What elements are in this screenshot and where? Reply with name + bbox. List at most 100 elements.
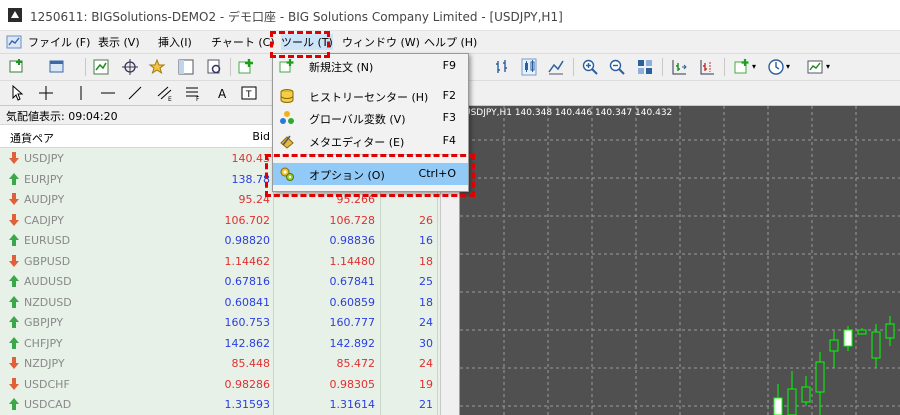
spread-cell: 18 — [419, 254, 433, 268]
menu-item-new-order[interactable]: 新規注文 (N) F9 — [273, 55, 468, 77]
profiles-icon[interactable] — [48, 58, 66, 76]
symbol-cell: USDCAD — [24, 398, 72, 411]
spread-cell: 19 — [419, 377, 433, 391]
vertical-line-icon[interactable] — [72, 84, 90, 102]
trendline-icon[interactable] — [126, 84, 144, 102]
symbol-cell: AUDJPY — [24, 193, 65, 206]
column-symbol[interactable]: 通貨ペア — [10, 130, 54, 146]
crosshair-tool-icon[interactable] — [37, 84, 55, 102]
zoom-in-icon[interactable] — [581, 58, 599, 76]
strategy-tester-icon[interactable] — [205, 58, 223, 76]
column-bid[interactable]: Bid — [200, 130, 270, 143]
menu-file[interactable]: ファイル (F) — [28, 34, 90, 50]
window-title: 1250611: BIGSolutions-DEMO2 - デモ口座 - BIG… — [30, 10, 563, 24]
bid-cell: 160.753 — [224, 316, 271, 329]
menu-item-meta-editor[interactable]: メタエディター (E) F4 — [273, 130, 468, 152]
chart-info-label: USDJPY,H1 140.348 140.446 140.347 140.43… — [464, 108, 673, 118]
ask-cell: 1.31614 — [329, 398, 376, 411]
new-order-icon[interactable] — [237, 58, 255, 76]
table-row[interactable]: GBPJPY 160.753 160.777 24 — [0, 312, 455, 333]
spread-cell: 24 — [419, 357, 433, 370]
templates-dropdown-icon[interactable]: ▾ — [826, 62, 830, 71]
chart-window-icon[interactable] — [6, 34, 22, 50]
market-watch-icon[interactable] — [92, 58, 110, 76]
table-row[interactable]: USDCAD 1.31593 1.31614 21 — [0, 394, 455, 415]
table-row[interactable]: GBPUSD 1.14462 1.14480 18 — [0, 251, 455, 272]
new-chart-icon[interactable] — [8, 58, 26, 76]
svg-text:E: E — [168, 96, 172, 102]
bid-cell: 0.98820 — [224, 234, 271, 247]
price-down-arrow-icon — [9, 377, 19, 390]
tile-windows-icon[interactable] — [636, 58, 654, 76]
price-up-arrow-icon — [9, 275, 19, 287]
table-row[interactable]: CADJPY 106.702 106.728 26 — [0, 210, 455, 231]
line-chart-icon[interactable] — [547, 58, 565, 76]
menu-insert[interactable]: 挿入(I) — [158, 34, 192, 50]
price-up-arrow-icon — [9, 172, 19, 185]
table-row[interactable]: AUDUSD 0.67816 0.67841 25 — [0, 271, 455, 292]
meta-editor-icon — [280, 135, 294, 149]
database-icon — [280, 89, 294, 103]
bid-cell: 0.98286 — [224, 377, 271, 391]
menu-help[interactable]: ヘルプ (H) — [424, 34, 477, 50]
spread-cell: 18 — [419, 295, 433, 309]
periods-dropdown-icon[interactable]: ▾ — [786, 62, 790, 71]
menu-item-global-variables[interactable]: グローバル変数 (V) F3 — [273, 107, 468, 129]
ask-cell: 1.14480 — [329, 254, 376, 268]
bid-cell: 0.60841 — [224, 295, 271, 309]
price-up-arrow-icon — [9, 234, 19, 246]
text-tool-icon[interactable]: A — [214, 84, 232, 102]
ask-cell: 0.98305 — [329, 377, 376, 391]
symbol-cell: USDCHF — [24, 377, 70, 391]
cursor-icon[interactable] — [8, 84, 26, 102]
symbol-cell: EURJPY — [24, 172, 63, 186]
fibonacci-icon[interactable]: F — [184, 84, 202, 102]
indicators-icon[interactable] — [733, 58, 751, 76]
favorites-icon[interactable] — [148, 58, 166, 76]
chart-shift-icon[interactable] — [698, 58, 716, 76]
table-row[interactable]: EURUSD 0.98820 0.98836 16 — [0, 230, 455, 251]
price-up-arrow-icon — [9, 316, 19, 328]
table-row[interactable]: NZDJPY 85.448 85.472 24 — [0, 353, 455, 374]
bar-chart-icon[interactable] — [493, 58, 511, 76]
table-row[interactable]: CHFJPY 142.862 142.892 30 — [0, 333, 455, 354]
periods-clock-icon[interactable] — [767, 58, 785, 76]
text-label-icon[interactable]: T — [240, 84, 258, 102]
menu-tools[interactable]: ツール (T) — [281, 34, 333, 50]
menu-item-options[interactable]: オプション (O) Ctrl+O — [273, 163, 468, 185]
bid-cell: 140.43 — [231, 152, 271, 165]
menu-chart[interactable]: チャート (C) — [211, 34, 275, 50]
candlestick-chart-icon[interactable] — [520, 58, 538, 76]
svg-text:F: F — [196, 96, 200, 102]
symbol-cell: GBPUSD — [24, 254, 71, 268]
horizontal-line-icon[interactable] — [99, 84, 117, 102]
spread-cell: 25 — [419, 275, 433, 288]
navigator-icon[interactable] — [177, 58, 195, 76]
bid-cell: 1.14462 — [224, 254, 271, 268]
ask-cell: 85.472 — [336, 357, 376, 370]
spread-cell: 30 — [419, 336, 433, 350]
candle-body — [843, 329, 853, 347]
price-down-arrow-icon — [9, 152, 19, 164]
ask-cell: 0.60859 — [329, 295, 376, 309]
table-row[interactable]: AUDJPY 95.24 95.266 — [0, 189, 455, 210]
metatrader-app-icon — [8, 8, 22, 22]
auto-scroll-icon[interactable] — [670, 58, 688, 76]
options-gears-icon — [280, 167, 294, 181]
menu-item-history-center[interactable]: ヒストリーセンター (H) F2 — [273, 85, 468, 107]
price-down-arrow-icon — [9, 213, 19, 226]
crosshair-icon[interactable] — [121, 58, 139, 76]
menu-window[interactable]: ウィンドウ (W) — [342, 34, 420, 50]
table-row[interactable]: NZDUSD 0.60841 0.60859 18 — [0, 292, 455, 313]
symbol-cell: GBPJPY — [24, 316, 64, 329]
menu-view[interactable]: 表示 (V) — [98, 34, 140, 50]
bid-cell: 106.702 — [224, 213, 271, 227]
templates-icon[interactable] — [806, 58, 824, 76]
zoom-out-icon[interactable] — [608, 58, 626, 76]
price-chart[interactable]: USDJPY,H1 140.348 140.446 140.347 140.43… — [460, 106, 900, 415]
table-row[interactable]: USDCHF 0.98286 0.98305 19 — [0, 374, 455, 395]
indicators-dropdown-icon[interactable]: ▾ — [752, 62, 756, 71]
symbol-cell: CADJPY — [24, 213, 65, 227]
equidistant-channel-icon[interactable]: E — [156, 84, 174, 102]
ask-cell: 95.266 — [336, 193, 376, 206]
